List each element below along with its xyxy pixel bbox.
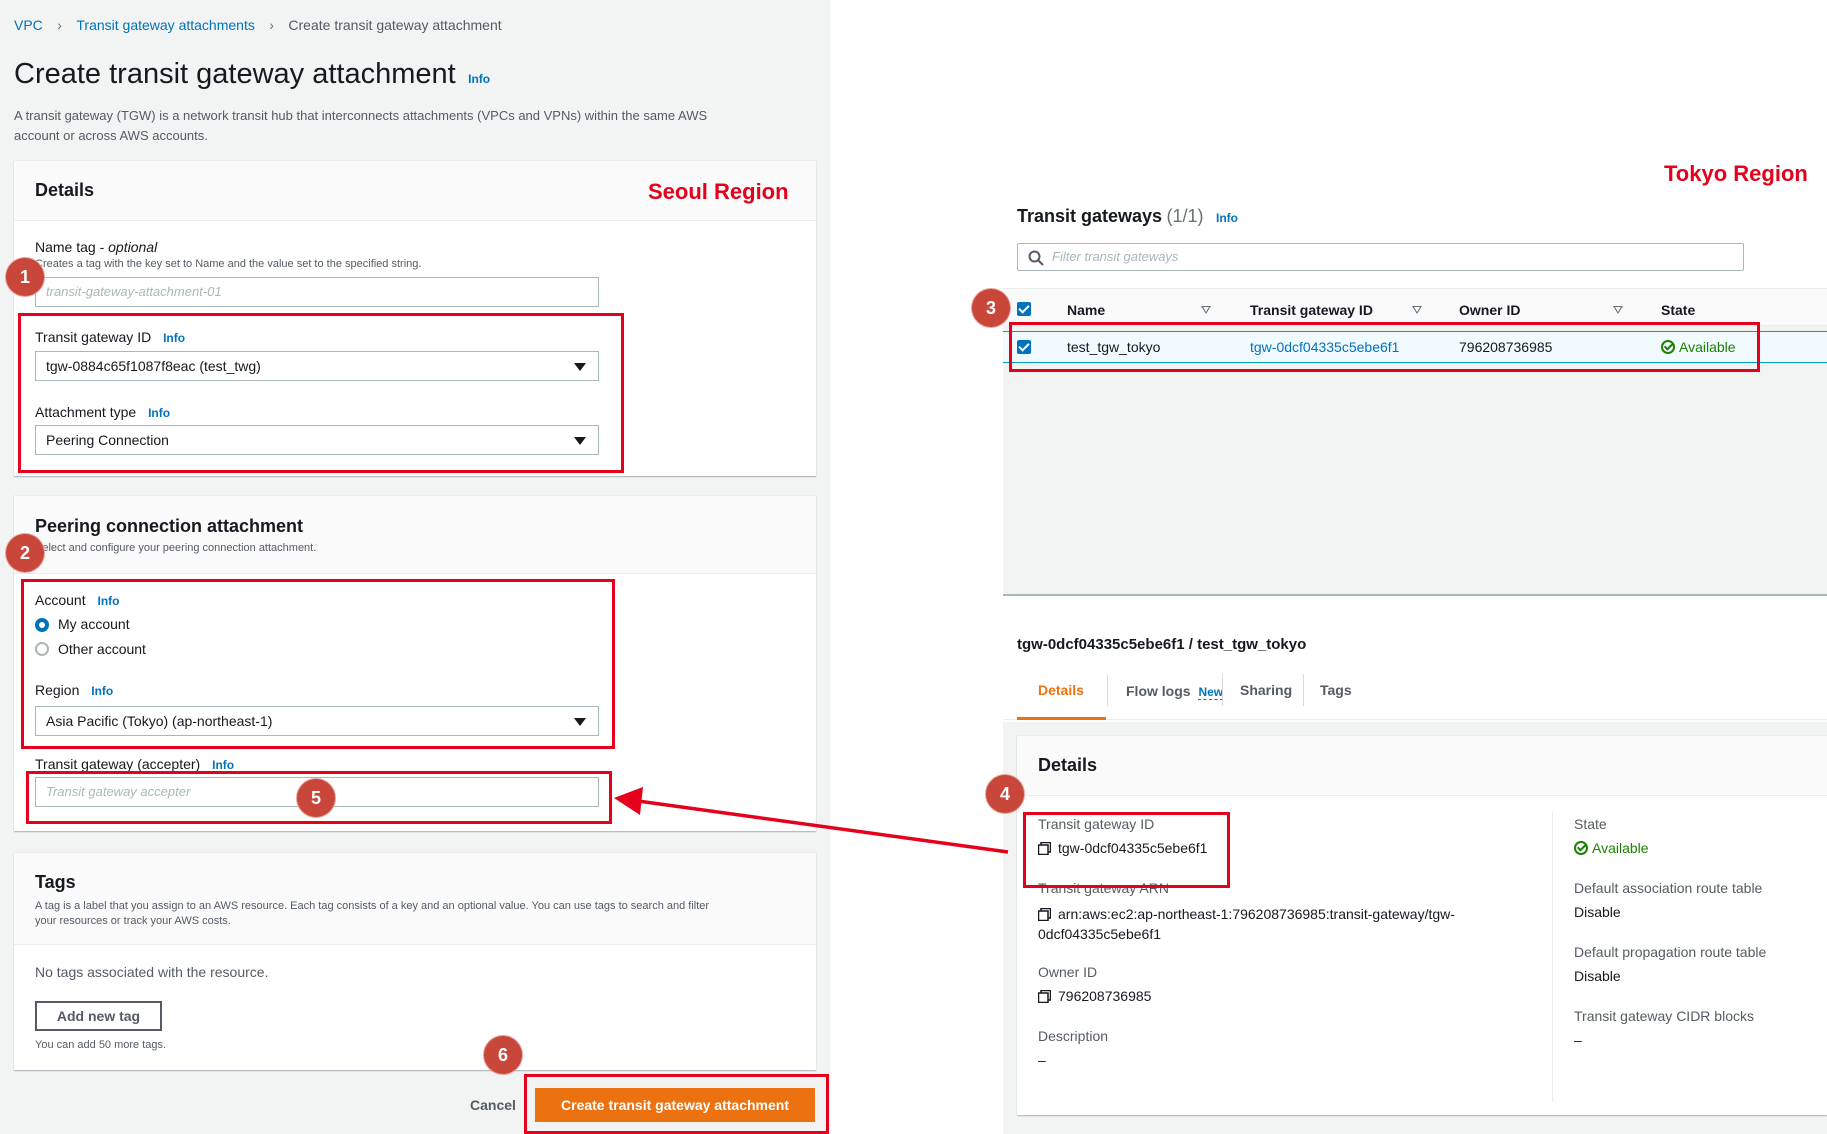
- annotation-arrow: [614, 787, 1009, 854]
- step-badge-6: 6: [484, 1036, 522, 1074]
- step-badge-2: 2: [6, 534, 44, 572]
- step-badge-1: 1: [6, 258, 44, 296]
- step-badge-5: 5: [297, 779, 335, 817]
- step-badge-3: 3: [972, 289, 1010, 327]
- step-badge-4: 4: [986, 775, 1024, 813]
